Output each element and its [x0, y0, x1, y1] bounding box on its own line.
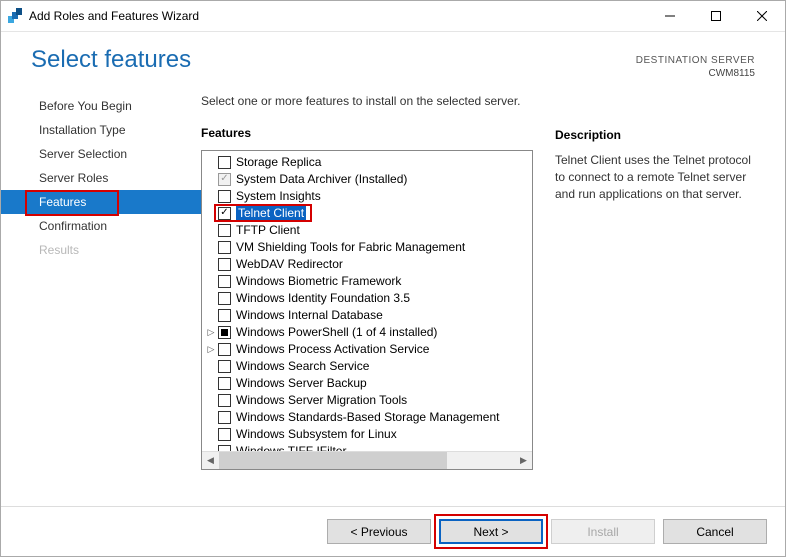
feature-label: Windows Standards-Based Storage Manageme… [236, 410, 499, 424]
features-heading: Features [201, 126, 533, 140]
feature-row[interactable]: ✓ System Data Archiver (Installed) [202, 171, 532, 187]
app-icon [7, 8, 23, 24]
expand-icon[interactable]: ▷ [206, 327, 216, 338]
window-controls [647, 1, 785, 31]
features-listbox[interactable]: Storage Replica ✓ System Data Archiver (In… [201, 150, 533, 470]
page-title: Select features [31, 46, 636, 74]
feature-row[interactable]: ▷ Windows PowerShell (1 of 4 installed) [202, 324, 532, 340]
nav-server-selection[interactable]: Server Selection [1, 142, 201, 166]
feature-checkbox[interactable]: ✓ [218, 173, 231, 186]
feature-checkbox[interactable] [218, 275, 231, 288]
feature-label: Windows Server Backup [236, 376, 367, 390]
feature-row[interactable]: Windows Server Migration Tools [202, 392, 532, 408]
next-button-highlight: Next > [436, 516, 546, 547]
wizard-body: Before You Begin Installation Type Serve… [1, 88, 785, 506]
feature-checkbox[interactable] [218, 360, 231, 373]
horizontal-scrollbar[interactable]: ◀ ▶ [202, 451, 532, 469]
feature-label: TFTP Client [236, 223, 300, 237]
feature-checkbox[interactable] [218, 241, 231, 254]
maximize-button[interactable] [693, 1, 739, 31]
feature-checkbox[interactable] [218, 326, 231, 339]
feature-label: Windows TIFF IFilter [236, 444, 346, 451]
feature-row[interactable]: Windows Identity Foundation 3.5 [202, 290, 532, 306]
feature-row[interactable]: Windows Search Service [202, 358, 532, 374]
feature-label: Telnet Client [236, 206, 306, 220]
feature-checkbox[interactable]: ✓ [218, 207, 231, 220]
destination-server-block: DESTINATION SERVER CWM8115 [636, 46, 755, 80]
destination-value: CWM8115 [636, 67, 755, 80]
nav-before-you-begin[interactable]: Before You Begin [1, 94, 201, 118]
feature-checkbox[interactable] [218, 190, 231, 203]
feature-row[interactable]: VM Shielding Tools for Fabric Management [202, 239, 532, 255]
feature-label: System Insights [236, 189, 321, 203]
scroll-left-icon[interactable]: ◀ [202, 452, 219, 469]
feature-checkbox[interactable] [218, 411, 231, 424]
feature-label: VM Shielding Tools for Fabric Management [236, 240, 465, 254]
feature-label: Storage Replica [236, 155, 321, 169]
feature-label: Windows Process Activation Service [236, 342, 429, 356]
nav-server-roles[interactable]: Server Roles [1, 166, 201, 190]
nav-results: Results [1, 238, 201, 262]
feature-checkbox[interactable] [218, 309, 231, 322]
scroll-track[interactable] [219, 452, 515, 469]
feature-row[interactable]: WebDAV Redirector [202, 256, 532, 272]
nav-features[interactable]: Features [1, 190, 201, 214]
expand-icon[interactable]: ▷ [206, 344, 216, 355]
nav-confirmation[interactable]: Confirmation [1, 214, 201, 238]
feature-row[interactable]: System Insights [202, 188, 532, 204]
cancel-button[interactable]: Cancel [663, 519, 767, 544]
wizard-footer: < Previous Next > Install Cancel [1, 506, 785, 556]
features-list-scroll[interactable]: Storage Replica ✓ System Data Archiver (In… [202, 151, 532, 451]
feature-label: Windows PowerShell (1 of 4 installed) [236, 325, 437, 339]
instruction-text: Select one or more features to install o… [201, 94, 533, 108]
feature-label: Windows Subsystem for Linux [236, 427, 397, 441]
feature-checkbox[interactable] [218, 343, 231, 356]
feature-row[interactable]: Windows TIFF IFilter [202, 443, 532, 451]
feature-label: System Data Archiver (Installed) [236, 172, 407, 186]
next-button[interactable]: Next > [439, 519, 543, 544]
feature-checkbox[interactable] [218, 394, 231, 407]
feature-row[interactable]: TFTP Client [202, 222, 532, 238]
feature-label: Windows Identity Foundation 3.5 [236, 291, 410, 305]
scroll-thumb[interactable] [219, 452, 447, 469]
feature-row[interactable]: Windows Biometric Framework [202, 273, 532, 289]
description-column: Description Telnet Client uses the Telne… [555, 94, 761, 500]
feature-checkbox[interactable] [218, 292, 231, 305]
feature-checkbox[interactable] [218, 224, 231, 237]
window-title: Add Roles and Features Wizard [29, 9, 647, 23]
feature-row[interactable]: Windows Internal Database [202, 307, 532, 323]
minimize-button[interactable] [647, 1, 693, 31]
nav-installation-type[interactable]: Installation Type [1, 118, 201, 142]
wizard-main: Select one or more features to install o… [201, 88, 785, 506]
titlebar: Add Roles and Features Wizard [1, 1, 785, 32]
feature-row[interactable]: ▷ Windows Process Activation Service [202, 341, 532, 357]
feature-label: WebDAV Redirector [236, 257, 343, 271]
close-button[interactable] [739, 1, 785, 31]
wizard-header: Select features DESTINATION SERVER CWM81… [1, 32, 785, 88]
wizard-window: Add Roles and Features Wizard Select fea… [0, 0, 786, 557]
feature-row[interactable]: ✓ Telnet Client [202, 205, 532, 221]
previous-button[interactable]: < Previous [327, 519, 431, 544]
feature-checkbox[interactable] [218, 377, 231, 390]
feature-label: Windows Search Service [236, 359, 369, 373]
description-text: Telnet Client uses the Telnet protocol t… [555, 152, 761, 202]
feature-checkbox[interactable] [218, 258, 231, 271]
feature-checkbox[interactable] [218, 156, 231, 169]
feature-row[interactable]: Windows Subsystem for Linux [202, 426, 532, 442]
feature-row[interactable]: Windows Standards-Based Storage Manageme… [202, 409, 532, 425]
install-button: Install [551, 519, 655, 544]
feature-row[interactable]: Storage Replica [202, 154, 532, 170]
feature-label: Windows Internal Database [236, 308, 383, 322]
destination-label: DESTINATION SERVER [636, 54, 755, 67]
feature-checkbox[interactable] [218, 428, 231, 441]
scroll-right-icon[interactable]: ▶ [515, 452, 532, 469]
feature-row[interactable]: Windows Server Backup [202, 375, 532, 391]
features-column: Select one or more features to install o… [201, 94, 533, 500]
feature-label: Windows Server Migration Tools [236, 393, 407, 407]
description-heading: Description [555, 128, 761, 142]
wizard-nav: Before You Begin Installation Type Serve… [1, 88, 201, 506]
feature-label: Windows Biometric Framework [236, 274, 401, 288]
